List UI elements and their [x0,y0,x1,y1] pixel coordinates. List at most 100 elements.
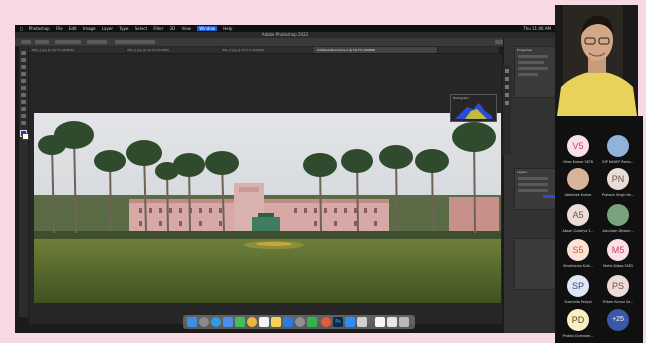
panel-row [518,61,544,64]
layers-panel-title: Layers [517,170,527,174]
auto-select-option[interactable] [55,40,81,44]
menu-type[interactable]: Type [119,26,128,31]
menu-window[interactable]: Window [197,26,217,31]
safari-icon[interactable] [211,317,221,327]
marquee-tool-icon[interactable] [21,58,26,62]
participant-name: Pritam Kumar Sa... [602,300,634,304]
healing-brush-tool-icon[interactable] [21,93,26,97]
participant-tile[interactable]: Ashutosh Dhoom... [598,200,638,236]
menu-photoshop[interactable]: Photoshop [29,26,50,31]
panel-toggle-icon[interactable] [505,77,509,81]
avatar: PD [567,309,589,331]
histogram-panel[interactable]: Histogram [450,94,497,122]
document-tab[interactable]: IMG_3.jpg @ 16.7% (RGB/8) [219,47,317,53]
document-tab[interactable]: IMG_1.jpg @ 16.7% (RGB/8) [29,47,127,53]
layer-row[interactable] [518,177,548,180]
properties-panel[interactable]: Properties [514,46,555,98]
channels-panel[interactable] [514,238,555,290]
crop-tool-icon[interactable] [21,79,26,83]
histogram-graph [455,103,493,119]
document-tab-active[interactable]: Untitled-Panorama-1 @ 16.7% (RGB/8) [314,47,438,53]
menu-filter[interactable]: Filter [153,26,163,31]
more-participants-button[interactable]: +25 [598,305,638,341]
avatar: S5 [567,239,589,261]
mail-icon[interactable] [223,317,233,327]
notes-icon[interactable] [271,317,281,327]
menu-select[interactable]: Select [135,26,147,31]
participant-name: Prabha Dumroah... [562,334,594,338]
background-color-swatch[interactable] [22,133,29,140]
panorama-image[interactable] [34,113,501,303]
facetime-icon[interactable] [235,317,245,327]
zoom-icon[interactable] [345,317,355,327]
participant-tile[interactable]: M5 Mohd Abbas 5583 [598,235,638,271]
mac-menubar:  Photoshop File Edit Image Layer Type S… [15,25,555,32]
participant-name: Sushmita Paliyal [564,300,592,304]
transform-controls-option[interactable] [87,40,107,44]
participant-tile[interactable]: A5 Akash Gulariya 3... [558,200,598,236]
menu-file[interactable]: File [56,26,63,31]
settings-icon[interactable] [295,317,305,327]
document-tab[interactable]: IMG_2.jpg @ 16.7% (RGB/8) [124,47,222,53]
launchpad-icon[interactable] [199,317,209,327]
home-icon[interactable] [21,40,31,44]
whatsapp-icon[interactable] [307,317,317,327]
layer-row[interactable] [518,183,548,186]
menu-image[interactable]: Image [83,26,96,31]
active-speaker-video[interactable] [555,5,638,116]
move-tool-option[interactable] [35,40,49,44]
panel-toggle-icon[interactable] [505,93,509,97]
menu-edit[interactable]: Edit [69,26,77,31]
shared-screen:  Photoshop File Edit Image Layer Type S… [15,25,555,333]
participant-tile[interactable]: SP Sushmita Paliyal [558,271,598,307]
photoshop-icon[interactable]: Ps [333,317,343,327]
participant-tile[interactable]: IDP NAHEP Panto... [598,131,638,167]
chrome-icon[interactable] [247,317,257,327]
appstore-icon[interactable] [283,317,293,327]
document-tabs: IMG_1.jpg @ 16.7% (RGB/8) IMG_2.jpg @ 16… [29,47,499,53]
apple-icon[interactable]:  [20,26,22,31]
panel-toggle-icon[interactable] [505,69,509,73]
move-tool-icon[interactable] [21,51,26,55]
menubar-clock: Thu 11:06 AM [523,26,551,31]
avatar-photo [567,168,589,190]
trash-icon[interactable] [399,317,409,327]
properties-panel-title: Properties [517,48,533,52]
menu-help[interactable]: Help [223,26,232,31]
clone-stamp-tool-icon[interactable] [21,107,26,111]
eraser-tool-icon[interactable] [21,114,26,118]
participant-tile[interactable]: PS Pritam Kumar Sa... [598,271,638,307]
panel-toggle-icon[interactable] [505,101,509,105]
menu-layer[interactable]: Layer [102,26,113,31]
participant-tile[interactable]: S5 Shubhendu Kulk... [558,235,598,271]
panel-toggle-icon[interactable] [505,85,509,89]
participant-tile[interactable]: PD Prabha Dumroah... [558,305,598,341]
avatar-photo [607,204,629,226]
video-call-stage:  Photoshop File Edit Image Layer Type S… [0,0,646,343]
magic-wand-tool-icon[interactable] [21,72,26,76]
eyedropper-tool-icon[interactable] [21,86,26,90]
participant-tile[interactable]: PN Prakash Singh Ne... [598,164,638,200]
panel-icon-strip [503,65,511,155]
selected-layer-indicator [543,195,555,198]
brush-tool-icon[interactable] [21,100,26,104]
tools-panel [19,47,29,317]
calendar-icon[interactable] [259,317,269,327]
lasso-tool-icon[interactable] [21,65,26,69]
participants-panel: V5 Vikas Kumar 5878 IDP NAHEP Panto... A… [555,116,643,343]
avatar: A5 [567,204,589,226]
menu-3d[interactable]: 3D [170,26,176,31]
participant-tile[interactable]: Abhishek Kumar [558,164,598,200]
gradient-tool-icon[interactable] [21,121,26,125]
doc-icon[interactable] [387,317,397,327]
layers-panel[interactable]: Layers [514,168,555,210]
layer-row[interactable] [518,189,548,192]
finder-icon[interactable] [187,317,197,327]
align-options[interactable] [115,40,155,44]
participant-name: Prakash Singh Ne... [602,193,634,197]
word-icon[interactable] [375,317,385,327]
chrome-alt-icon[interactable] [321,317,331,327]
participant-tile[interactable]: V5 Vikas Kumar 5878 [558,131,598,167]
keyboard-icon[interactable] [357,317,367,327]
menu-view[interactable]: View [181,26,191,31]
